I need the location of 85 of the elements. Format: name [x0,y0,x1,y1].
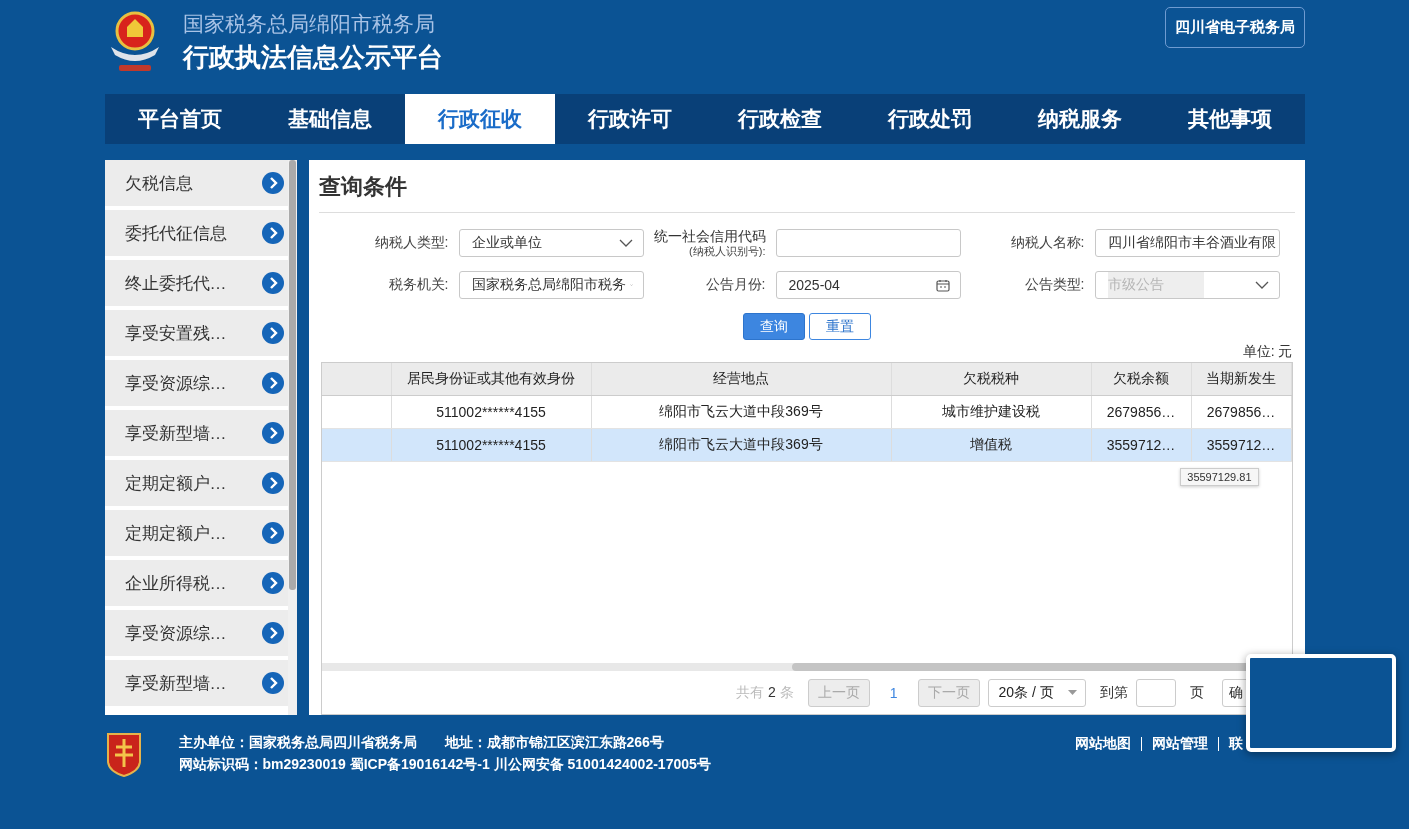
search-button[interactable]: 查询 [742,313,805,340]
chevron-right-icon [261,372,284,394]
column-header[interactable]: 欠税税种 [891,363,1092,395]
page-size-select[interactable]: 20条 / 页 [987,678,1086,707]
column-header[interactable]: 居民身份证或其他有效身份 [391,363,592,395]
nav-tab[interactable]: 行政处罚 [854,94,1005,144]
table-cell: 绵阳市飞云大道中段369号 [591,396,892,428]
footer-link[interactable]: 网站管理 [1151,735,1208,753]
nav-tab[interactable]: 平台首页 [104,94,255,144]
table-cell: 511002******4155 [391,429,592,461]
section-title: 查询条件 [318,160,1295,213]
column-header[interactable]: 欠税余额 [1091,363,1192,395]
column-header[interactable]: 经营地点 [591,363,892,395]
nav-tab[interactable]: 纳税服务 [1004,94,1155,144]
sidebar-item[interactable]: 欠税信息 [104,160,288,206]
table-cell: 增值税 [891,429,1092,461]
site-title: 行政执法信息公示平台 [182,40,443,74]
footer-text: 网站标识码：bm29230019 蜀ICP备19016142号-1 川公网安备 51001424002-17005号 [178,755,711,774]
calendar-icon [935,278,950,292]
chevron-right-icon [261,172,284,194]
table-cell: 3559712… [1191,429,1292,461]
chevron-right-icon [261,522,284,544]
nav-tab[interactable]: 行政检查 [704,94,855,144]
sidebar-item[interactable]: 享受新型墙… [104,410,288,456]
chevron-right-icon [261,322,284,344]
chevron-right-icon [261,472,284,494]
chevron-right-icon [261,572,284,594]
page-input[interactable] [1135,678,1176,707]
nav-tab[interactable]: 行政征收 [404,94,555,144]
sidebar-item[interactable]: 享受新型墙… [104,660,288,706]
table-row[interactable]: 511002******4155 绵阳市飞云大道中段369号 增值税 3559712… 3559712… [321,429,1292,462]
table-cell: 511002******4155 [391,396,592,428]
table-cell: 绵阳市飞云大道中段369号 [591,429,892,461]
chevron-down-icon [618,239,633,247]
field-label: 公告月份: [705,276,766,294]
sidebar-item[interactable]: 企业所得税… [104,560,288,606]
sidebar-item[interactable]: 享受资源综… [104,610,288,656]
nav-tab[interactable]: 其他事项 [1154,94,1305,144]
caret-down-icon [1067,690,1077,695]
sidebar-item[interactable]: 享受资源综… [104,360,288,406]
unit-label: 单位: 元 [1241,343,1294,361]
scrollbar[interactable] [287,160,297,715]
reset-button[interactable]: 重置 [808,313,871,340]
total-count: 共有 2 条 [736,683,794,702]
scrollbar-thumb[interactable] [288,160,296,590]
select-field[interactable]: 国家税务总局绵阳市税务 [458,271,644,299]
table-cell: 2679856… [1191,396,1292,428]
chevron-right-icon [261,422,284,444]
field-label: 纳税人类型: [374,234,449,252]
field-label: 公告类型: [1024,276,1085,294]
sidebar-item[interactable]: 委托代征信息 [104,210,288,256]
input-field[interactable]: 四川省绵阳市丰谷酒业有限 [1094,229,1280,257]
field-label: 纳税人名称: [1010,234,1085,252]
chevron-down-icon [1254,281,1269,289]
sidebar-item[interactable]: 定期定额户… [104,510,288,556]
table-cell: 3559712… [1091,429,1192,461]
chevron-right-icon [261,272,284,294]
sidebar-item[interactable]: 享受安置残… [104,310,288,356]
page-number[interactable]: 1 [877,684,910,701]
chevron-right-icon [261,222,284,244]
select-field[interactable]: 企业或单位 [458,229,644,257]
sidebar-item[interactable]: 终止委托代… [104,260,288,306]
column-header[interactable]: 当期新发生 [1191,363,1292,395]
table-cell: 2679856… [1091,396,1192,428]
tooltip: 35597129.81 [1180,468,1259,486]
footer-link[interactable]: 联 [1228,735,1243,753]
screenshot-preview-toast[interactable] [1246,654,1396,752]
footer-link[interactable]: 网站地图 [1074,735,1131,753]
page-unit-label: 页 [1189,683,1204,702]
date-field[interactable]: 2025-04 [775,271,961,299]
input-field[interactable] [775,229,961,257]
nav-tab[interactable]: 基础信息 [254,94,405,144]
field-label: 税务机关: [388,276,449,294]
goto-label: 到第 [1099,683,1128,702]
chevron-right-icon [261,622,284,644]
table-cell: 城市维护建设税 [891,396,1092,428]
nav-tab[interactable]: 行政许可 [554,94,705,144]
footer-text: 主办单位：国家税务总局四川省税务局 地址：成都市锦江区滨江东路266号 [178,733,665,752]
field-label: 统一社会信用代码 [653,229,766,245]
badge-logo [104,731,143,777]
sidebar-item[interactable]: 定期定额户… [104,460,288,506]
chevron-right-icon [261,672,284,694]
field-sublabel: (纳税人识别号): [689,244,766,257]
portal-link-button[interactable]: 四川省电子税务局 [1164,6,1305,48]
site-subtitle: 国家税务总局绵阳市税务局 [182,10,436,37]
